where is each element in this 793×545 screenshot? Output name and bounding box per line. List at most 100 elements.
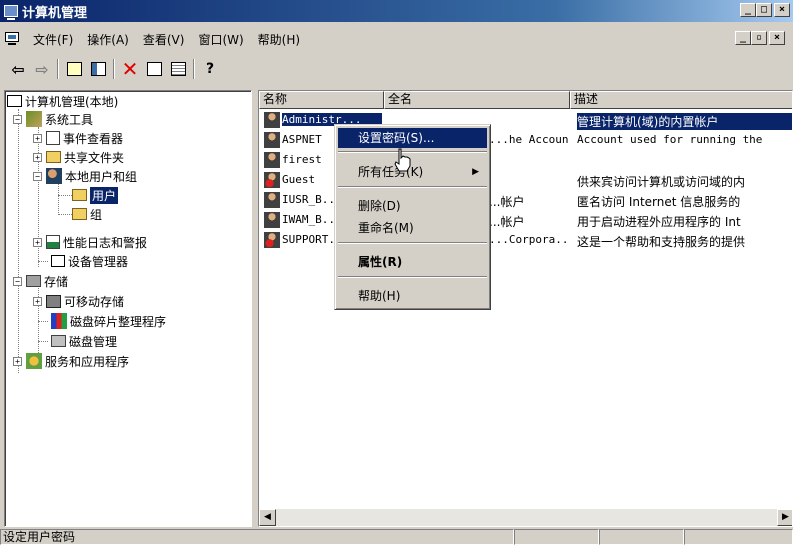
- tree-node-storage[interactable]: − 存储: [13, 272, 68, 290]
- help-question-icon: ?: [205, 61, 215, 77]
- tree-node-services-apps[interactable]: + 服务和应用程序: [13, 352, 129, 370]
- arrow-left-icon: ⇦: [11, 59, 25, 79]
- tools-icon: [26, 111, 42, 127]
- child-close-button[interactable]: ×: [769, 31, 785, 45]
- toolbar-separator: [193, 59, 195, 79]
- expand-icon[interactable]: +: [33, 152, 42, 162]
- scroll-left-button[interactable]: ◀: [259, 509, 276, 526]
- tree-node-shared-folders[interactable]: + 共享文件夹: [33, 148, 124, 166]
- collapse-icon[interactable]: −: [33, 171, 42, 181]
- menu-separator: [338, 242, 487, 244]
- column-header-fullname[interactable]: 全名: [384, 91, 570, 109]
- status-text: 设定用户密码: [0, 529, 514, 545]
- menu-view[interactable]: 查看(V): [136, 29, 192, 50]
- users-group-icon: [46, 168, 62, 184]
- expand-icon[interactable]: +: [33, 296, 42, 306]
- status-panel: [514, 529, 599, 545]
- tree-node-local-users-groups[interactable]: − 本地用户和组: [33, 167, 137, 185]
- minimize-button[interactable]: _: [740, 3, 756, 17]
- submenu-arrow-icon: ▶: [472, 167, 479, 177]
- forward-button[interactable]: ⇨: [30, 58, 54, 80]
- show-hide-tree-button[interactable]: [86, 58, 110, 80]
- expand-icon[interactable]: +: [33, 133, 42, 143]
- shared-folder-icon: [46, 151, 61, 163]
- tree-connector: [38, 341, 48, 342]
- help-button[interactable]: ?: [198, 58, 222, 80]
- status-panel: [684, 529, 793, 545]
- menu-window[interactable]: 窗口(W): [191, 29, 250, 50]
- tree-node-root[interactable]: 计算机管理(本地): [7, 92, 118, 110]
- column-header-name[interactable]: 名称: [259, 91, 384, 109]
- menu-set-password[interactable]: 设置密码(S)...: [338, 128, 487, 148]
- computer-icon: [7, 95, 22, 107]
- horizontal-scrollbar[interactable]: ◀ ▶: [259, 509, 792, 526]
- console-tree[interactable]: 计算机管理(本地) − 系统工具 + 事件查看器 + 共享文件夹 − 本地用户和…: [4, 90, 252, 527]
- properties-icon: [146, 62, 162, 76]
- folder-up-icon: [66, 62, 82, 76]
- collapse-icon[interactable]: −: [13, 114, 22, 124]
- properties-button[interactable]: [142, 58, 166, 80]
- menu-rename[interactable]: 重命名(M): [338, 218, 487, 238]
- computer-icon[interactable]: [4, 32, 20, 46]
- tree-node-users[interactable]: 用户: [58, 186, 119, 204]
- event-viewer-icon: [46, 131, 60, 145]
- tree-node-system-tools[interactable]: − 系统工具: [13, 110, 93, 128]
- close-button[interactable]: ×: [774, 3, 790, 17]
- folder-icon: [72, 208, 87, 220]
- tree-node-event-viewer[interactable]: + 事件查看器: [33, 129, 123, 147]
- menu-file[interactable]: 文件(F): [26, 29, 80, 50]
- delete-button[interactable]: ✕: [118, 58, 142, 80]
- tree-connector: [58, 214, 72, 215]
- menu-help-item[interactable]: 帮助(H): [338, 286, 487, 306]
- maximize-button[interactable]: □: [756, 3, 772, 17]
- expand-icon[interactable]: +: [13, 356, 22, 366]
- user-icon: [264, 212, 280, 228]
- defrag-icon: [51, 313, 67, 329]
- menu-action[interactable]: 操作(A): [80, 29, 136, 50]
- services-icon: [26, 353, 42, 369]
- menu-separator: [338, 276, 487, 278]
- hand-cursor-icon: [394, 148, 411, 172]
- toolbar-separator: [113, 59, 115, 79]
- user-icon: [264, 192, 280, 208]
- toolbar-separator: [57, 59, 59, 79]
- window-title: 计算机管理: [22, 5, 88, 21]
- back-button[interactable]: ⇦: [6, 58, 30, 80]
- tree-connector: [38, 261, 48, 262]
- status-panel: [599, 529, 684, 545]
- arrow-right-icon: ⇨: [35, 59, 49, 79]
- collapse-icon[interactable]: −: [13, 276, 22, 286]
- child-restore-button[interactable]: ▫: [751, 31, 767, 45]
- storage-icon: [26, 275, 41, 287]
- user-icon: [264, 152, 280, 168]
- tree-node-removable-storage[interactable]: + 可移动存储: [33, 292, 124, 310]
- menu-bar: 文件(F) 操作(A) 查看(V) 窗口(W) 帮助(H) _ ▫ ×: [0, 28, 793, 50]
- expand-icon[interactable]: +: [33, 237, 42, 247]
- child-minimize-button[interactable]: _: [735, 31, 751, 45]
- title-bar[interactable]: 计算机管理 _ □ ×: [0, 0, 793, 22]
- menu-delete[interactable]: 删除(D): [338, 196, 487, 216]
- tree-node-perf-logs[interactable]: + 性能日志和警报: [33, 233, 147, 251]
- tree-node-defrag[interactable]: 磁盘碎片整理程序: [38, 312, 166, 330]
- device-manager-icon: [51, 255, 65, 267]
- toolbar: ⇦ ⇨ ✕ ?: [0, 55, 793, 83]
- folder-open-icon: [72, 189, 87, 201]
- disk-icon: [51, 335, 66, 347]
- menu-properties[interactable]: 属性(R): [338, 252, 487, 272]
- performance-icon: [46, 235, 60, 249]
- export-list-icon: [170, 62, 186, 76]
- user-icon: [264, 112, 280, 128]
- user-disabled-icon: [264, 172, 280, 188]
- menu-help[interactable]: 帮助(H): [251, 29, 307, 50]
- column-header-description[interactable]: 描述: [570, 91, 792, 109]
- tree-node-groups[interactable]: 组: [58, 205, 102, 223]
- tree-node-device-manager[interactable]: 设备管理器: [38, 252, 128, 270]
- tree-node-disk-mgmt[interactable]: 磁盘管理: [38, 332, 117, 350]
- up-level-button[interactable]: [62, 58, 86, 80]
- scroll-right-button[interactable]: ▶: [777, 509, 792, 526]
- delete-x-icon: ✕: [121, 57, 139, 81]
- export-list-button[interactable]: [166, 58, 190, 80]
- computer-icon: [4, 5, 18, 20]
- tree-pane-icon: [90, 62, 106, 76]
- computer-management-window: 计算机管理 _ □ × 文件(F) 操作(A) 查看(V) 窗口(W) 帮助(H…: [0, 0, 793, 545]
